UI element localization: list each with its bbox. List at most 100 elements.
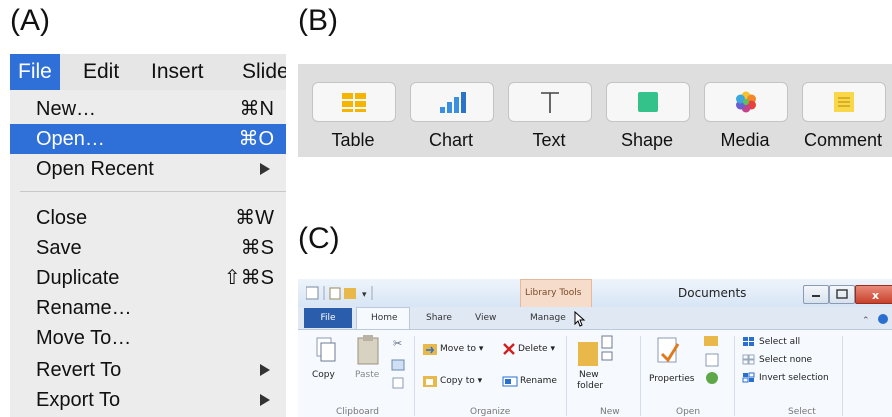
rename-icon xyxy=(502,376,518,387)
library-tools-label: Library Tools xyxy=(525,288,582,298)
chart-label: Chart xyxy=(428,130,473,150)
table-label: Table xyxy=(331,130,375,150)
menu-item-open[interactable]: Open… ⌘O xyxy=(10,124,286,154)
new-folder-label-2[interactable]: folder xyxy=(577,381,603,391)
menu-item-label: Duplicate xyxy=(36,267,120,289)
menu-bar: File Edit Insert Slide xyxy=(10,54,286,90)
invert-selection-label[interactable]: Invert selection xyxy=(759,373,829,383)
menu-file[interactable]: File xyxy=(10,54,60,90)
submenu-arrow-icon xyxy=(260,364,270,376)
comment-label: Comment xyxy=(803,130,883,150)
group-new-label: New xyxy=(600,407,620,417)
ribbon-options-icons[interactable]: ⌃ xyxy=(862,313,890,325)
file-menu-dropdown: New… ⌘N Open… ⌘O Open Recent Close ⌘W Sa… xyxy=(10,90,286,417)
group-separator xyxy=(734,336,735,416)
properties-icon xyxy=(657,337,680,363)
shape-square-icon xyxy=(638,92,658,112)
delete-icon xyxy=(503,343,515,355)
menu-item-label: Rename… xyxy=(36,297,132,319)
title-bar: ▾ Library Tools Documents x xyxy=(298,279,892,331)
quick-access-toolbar: ▾ xyxy=(306,286,373,300)
menu-item-label: Move To… xyxy=(36,327,132,349)
ribbon-home-panel: Copy Paste ✂ Clipboard Move to ▾ Copy to… xyxy=(298,329,892,417)
group-clipboard-label: Clipboard xyxy=(336,407,379,417)
menu-edit[interactable]: Edit xyxy=(83,54,119,90)
explorer-ribbon-window: ▾ Library Tools Documents x File Home Sh… xyxy=(298,279,892,417)
menu-item-label: Export To xyxy=(36,389,121,411)
menu-item-duplicate[interactable]: Duplicate ⇧⌘S xyxy=(10,263,286,293)
move-to-icon xyxy=(423,344,437,355)
minimize-button[interactable] xyxy=(803,285,829,304)
copy-to-icon xyxy=(423,376,437,387)
copy-to-button[interactable]: Copy to ▾ xyxy=(440,376,482,386)
chart-button[interactable] xyxy=(410,82,494,122)
menu-item-shortcut: ⌘O xyxy=(238,128,274,150)
copy-label[interactable]: Copy xyxy=(312,370,335,380)
submenu-arrow-icon xyxy=(260,163,270,175)
menu-item-rename[interactable]: Rename… xyxy=(10,293,286,323)
group-select-label: Select xyxy=(788,407,816,417)
group-separator xyxy=(566,336,567,416)
copy-to-label: Copy to xyxy=(440,376,475,386)
menu-slide[interactable]: Slide xyxy=(242,54,286,90)
select-none-label[interactable]: Select none xyxy=(759,355,812,365)
copy-icon xyxy=(316,337,336,362)
select-all-label[interactable]: Select all xyxy=(759,337,800,347)
tab-share[interactable]: Share xyxy=(426,313,452,323)
table-button[interactable] xyxy=(312,82,396,122)
shape-button[interactable] xyxy=(606,82,690,122)
mouse-cursor-icon xyxy=(574,311,586,327)
menu-item-open-recent[interactable]: Open Recent xyxy=(10,154,286,184)
group-separator xyxy=(842,336,843,416)
menu-item-shortcut: ⌘S xyxy=(240,237,274,259)
sticky-note-icon xyxy=(834,92,854,112)
mac-file-menu-panel: File Edit Insert Slide New… ⌘N Open… ⌘O … xyxy=(10,54,286,417)
table-icon xyxy=(342,93,366,112)
tab-file[interactable]: File xyxy=(304,308,352,328)
close-button[interactable]: x xyxy=(855,285,892,304)
menu-item-shortcut: ⌘N xyxy=(239,98,274,120)
group-separator xyxy=(640,336,641,416)
menu-insert[interactable]: Insert xyxy=(151,54,204,90)
paste-icon xyxy=(357,335,379,365)
panel-label-c: (C) xyxy=(298,222,340,255)
menu-item-label: Revert To xyxy=(36,359,122,381)
menu-item-move-to[interactable]: Move To… xyxy=(10,323,286,353)
ribbon-tab-strip: File Home Share View Manage ⌃ xyxy=(298,307,892,330)
minimize-icon xyxy=(812,295,820,297)
media-button[interactable] xyxy=(704,82,788,122)
paste-label[interactable]: Paste xyxy=(355,370,379,380)
panel-label-a: (A) xyxy=(10,4,50,37)
menu-item-export-to[interactable]: Export To xyxy=(10,385,286,415)
menu-item-label: Open… xyxy=(36,128,105,150)
menu-item-close[interactable]: Close ⌘W xyxy=(10,203,286,233)
keynote-toolbar: Table Chart Text Shape Media Comment xyxy=(298,64,892,157)
menu-item-label: Close xyxy=(36,207,88,229)
delete-button[interactable]: Delete ▾ xyxy=(518,344,555,354)
group-organize-label: Organize xyxy=(470,407,511,417)
maximize-icon xyxy=(836,289,848,299)
text-t-icon xyxy=(541,92,559,113)
text-button[interactable] xyxy=(508,82,592,122)
close-icon: x xyxy=(872,289,879,302)
menu-item-label: Save xyxy=(36,237,82,259)
menu-item-new[interactable]: New… ⌘N xyxy=(10,94,286,124)
group-open-label: Open xyxy=(676,407,701,417)
move-to-button[interactable]: Move to ▾ xyxy=(440,344,483,354)
clipboard-small-icons: ✂ xyxy=(391,337,405,389)
menu-item-revert-to[interactable]: Revert To xyxy=(10,355,286,385)
tab-view[interactable]: View xyxy=(475,313,496,323)
tab-manage[interactable]: Manage xyxy=(530,313,566,323)
maximize-button[interactable] xyxy=(829,285,855,304)
delete-label: Delete xyxy=(518,344,548,354)
svg-text:▾: ▾ xyxy=(362,290,367,300)
shape-label: Shape xyxy=(620,130,674,150)
tab-home[interactable]: Home xyxy=(371,313,398,323)
rename-label[interactable]: Rename xyxy=(520,376,557,386)
move-to-label: Move to xyxy=(440,344,477,354)
comment-button[interactable] xyxy=(802,82,886,122)
menu-item-shortcut: ⌘W xyxy=(235,207,274,229)
menu-item-save[interactable]: Save ⌘S xyxy=(10,233,286,263)
new-folder-label-1[interactable]: New xyxy=(579,370,599,380)
properties-label[interactable]: Properties xyxy=(649,374,694,384)
